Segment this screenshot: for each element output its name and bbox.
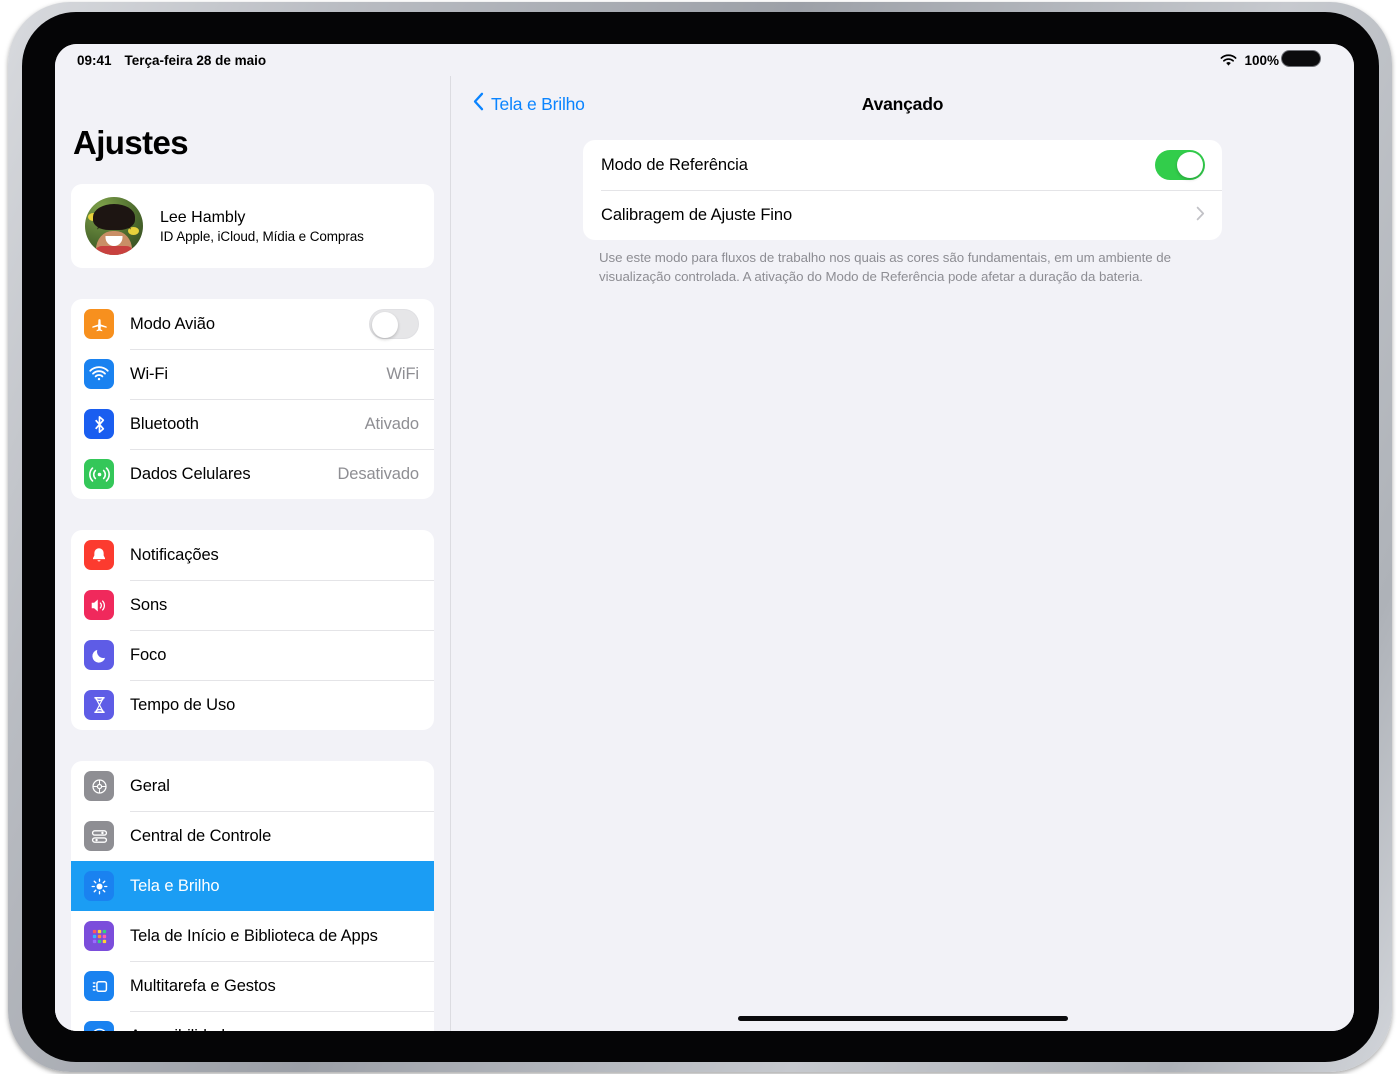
settings-sidebar[interactable]: Ajustes Lee Hambly ID Apple, iCloud, Míd…: [55, 76, 451, 1031]
reference-mode-toggle[interactable]: [1155, 150, 1205, 180]
bluetooth-icon: [84, 409, 114, 439]
navigation-bar: Tela e Brilho Avançado: [451, 76, 1354, 132]
fine-tune-calibration-label: Calibragem de Ajuste Fino: [601, 205, 793, 224]
battery-percent-label: 100%: [1244, 52, 1279, 68]
chevron-right-icon: [1196, 206, 1205, 225]
status-bar: 09:41 Terça-feira 28 de maio 100%: [55, 44, 1354, 76]
sidebar-item-label: Acessibilidade: [130, 1027, 234, 1032]
settings-card: Modo de Referência Calibragem de Ajuste …: [583, 140, 1222, 240]
profile-subtitle: ID Apple, iCloud, Mídia e Compras: [160, 228, 364, 244]
sidebar-item-value: WiFi: [386, 364, 419, 383]
sidebar-item-label: Notificações: [130, 545, 219, 564]
status-time: 09:41: [77, 52, 112, 68]
page-title: Ajustes: [73, 124, 189, 161]
sidebar-item-bluetooth[interactable]: Bluetooth Ativado: [71, 399, 434, 449]
moon-icon: [84, 640, 114, 670]
back-button-label: Tela e Brilho: [491, 93, 585, 114]
ipad-screen: 09:41 Terça-feira 28 de maio 100% Ajuste…: [55, 44, 1354, 1031]
settings-group-notifications: Notificações Sons Foco Tempo de Uso: [71, 530, 434, 730]
sidebar-item-label: Sons: [130, 595, 168, 614]
sidebar-item-accessibility[interactable]: Acessibilidade: [71, 1011, 434, 1031]
sidebar-item-label: Wi-Fi: [130, 364, 168, 383]
reference-mode-row[interactable]: Modo de Referência: [583, 140, 1222, 190]
sidebar-item-label: Foco: [130, 645, 167, 664]
front-camera-icon: [1281, 50, 1321, 67]
settings-group-general: Geral Central de Controle Tela e Brilho: [71, 761, 434, 1031]
sidebar-item-home-screen-app-library[interactable]: Tela de Início e Biblioteca de Apps: [71, 911, 434, 961]
sidebar-item-label: Modo Avião: [130, 314, 215, 333]
reference-mode-label: Modo de Referência: [601, 155, 748, 174]
sidebar-item-cellular-data[interactable]: Dados Celulares Desativado: [71, 449, 434, 499]
sidebar-item-label: Tempo de Uso: [130, 695, 236, 714]
sidebar-item-display-brightness[interactable]: Tela e Brilho: [71, 861, 434, 911]
sidebar-item-general[interactable]: Geral: [71, 761, 434, 811]
airplane-mode-toggle[interactable]: [369, 309, 419, 339]
sidebar-item-focus[interactable]: Foco: [71, 630, 434, 680]
app-grid-icon: [84, 921, 114, 951]
airplane-icon: [84, 309, 114, 339]
sidebar-item-value: Desativado: [337, 464, 419, 483]
accessibility-icon: [84, 1021, 114, 1031]
device-frame: 09:41 Terça-feira 28 de maio 100% Ajuste…: [8, 2, 1392, 1072]
apple-id-profile-row[interactable]: Lee Hambly ID Apple, iCloud, Mídia e Com…: [71, 184, 434, 268]
sidebar-item-wifi[interactable]: Wi-Fi WiFi: [71, 349, 434, 399]
multitasking-icon: [84, 971, 114, 1001]
sidebar-item-notifications[interactable]: Notificações: [71, 530, 434, 580]
profile-name: Lee Hambly: [160, 208, 246, 226]
sidebar-item-label: Dados Celulares: [130, 464, 251, 483]
nav-title: Avançado: [861, 93, 944, 114]
detail-pane: Tela e Brilho Avançado Modo de Referênci…: [451, 76, 1354, 1031]
bell-icon: [84, 540, 114, 570]
hourglass-icon: [84, 690, 114, 720]
sidebar-item-label: Tela de Início e Biblioteca de Apps: [130, 926, 378, 945]
sidebar-item-label: Multitarefa e Gestos: [130, 976, 276, 995]
control-center-icon: [84, 821, 114, 851]
sidebar-item-sounds[interactable]: Sons: [71, 580, 434, 630]
split-view: Ajustes Lee Hambly ID Apple, iCloud, Míd…: [55, 76, 1354, 1031]
sidebar-item-multitasking-gestures[interactable]: Multitarefa e Gestos: [71, 961, 434, 1011]
avatar: [85, 197, 143, 255]
profile-text: Lee Hambly ID Apple, iCloud, Mídia e Com…: [160, 209, 364, 244]
speaker-icon: [84, 590, 114, 620]
back-button[interactable]: Tela e Brilho: [473, 92, 585, 116]
chevron-left-icon: [473, 92, 484, 116]
wifi-icon: [1220, 53, 1237, 67]
sidebar-item-airplane-mode[interactable]: Modo Avião: [71, 299, 434, 349]
home-indicator[interactable]: [737, 1016, 1068, 1021]
sidebar-item-label: Geral: [130, 776, 170, 795]
sidebar-item-value: Ativado: [364, 414, 419, 433]
card-footer-description: Use este modo para fluxos de trabalho no…: [599, 250, 1171, 284]
sidebar-item-screen-time[interactable]: Tempo de Uso: [71, 680, 434, 730]
wifi-icon: [84, 359, 114, 389]
cellular-icon: [84, 459, 114, 489]
status-bar-left: 09:41 Terça-feira 28 de maio: [77, 53, 266, 68]
settings-group-connectivity: Modo Avião Wi-Fi WiFi Bluetooth Ativado …: [71, 299, 434, 499]
detail-body: Modo de Referência Calibragem de Ajuste …: [451, 132, 1354, 1031]
gear-icon: [84, 771, 114, 801]
brightness-icon: [84, 871, 114, 901]
sidebar-item-label: Tela e Brilho: [130, 876, 220, 895]
sidebar-item-label: Bluetooth: [130, 414, 199, 433]
fine-tune-calibration-row[interactable]: Calibragem de Ajuste Fino: [583, 190, 1222, 240]
status-date: Terça-feira 28 de maio: [124, 52, 267, 68]
sidebar-item-label: Central de Controle: [130, 826, 272, 845]
sidebar-item-control-center[interactable]: Central de Controle: [71, 811, 434, 861]
